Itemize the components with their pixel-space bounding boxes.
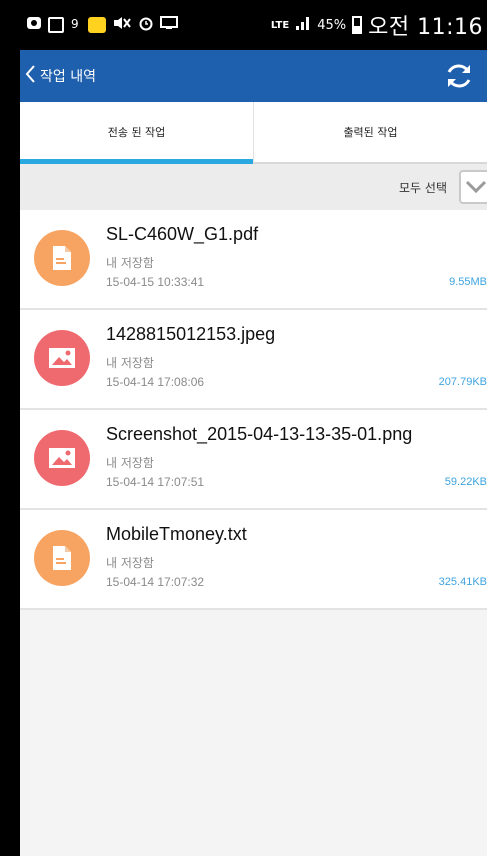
file-location: 내 저장함 xyxy=(106,456,154,470)
page-title: 작업 내역 xyxy=(40,69,96,85)
battery-icon xyxy=(352,16,363,34)
file-name: MobileTmoney.txt xyxy=(106,524,247,544)
file-location: 내 저장함 xyxy=(106,256,154,270)
notification-icon xyxy=(26,16,42,34)
file-size: 325.41KB xyxy=(438,576,487,588)
weather-icon: 9 xyxy=(70,16,82,34)
gallery-icon xyxy=(48,17,64,33)
message-icon xyxy=(88,17,106,33)
network-label: LTE xyxy=(270,19,290,31)
tab-bar: 전송 된 작업 출력된 작업 xyxy=(20,102,487,164)
list-item[interactable]: SL-C460W_G1.pdf 내 저장함 15-04-15 10:33:41 … xyxy=(20,210,487,310)
file-date: 15-04-14 17:07:51 xyxy=(106,475,205,489)
document-icon xyxy=(34,530,90,586)
tab-label: 출력된 작업 xyxy=(343,126,398,139)
clock: 오전 11:16 xyxy=(368,15,483,40)
tab-sent-jobs[interactable]: 전송 된 작업 xyxy=(20,102,253,164)
file-name: Screenshot_2015-04-13-13-35-01.png xyxy=(106,424,413,444)
chevron-left-icon xyxy=(24,64,36,89)
alarm-icon xyxy=(138,15,154,35)
list-item[interactable]: MobileTmoney.txt 내 저장함 15-04-14 17:07:32… xyxy=(20,510,487,610)
screen-mirror-icon xyxy=(160,16,178,34)
tab-printed-jobs[interactable]: 출력된 작업 xyxy=(253,102,487,164)
document-icon xyxy=(34,230,90,286)
file-date: 15-04-14 17:07:32 xyxy=(106,575,205,589)
image-icon xyxy=(34,330,90,386)
file-list: SL-C460W_G1.pdf 내 저장함 15-04-15 10:33:41 … xyxy=(20,210,487,610)
file-location: 내 저장함 xyxy=(106,556,154,570)
file-size: 59.22KB xyxy=(444,476,487,488)
select-all-checkbox[interactable] xyxy=(459,170,487,204)
list-item[interactable]: 1428815012153.jpeg 내 저장함 15-04-14 17:08:… xyxy=(20,310,487,410)
file-name: SL-C460W_G1.pdf xyxy=(106,224,259,244)
signal-icon xyxy=(295,15,311,35)
file-size: 207.79KB xyxy=(438,376,487,388)
status-bar: 9 LTE 45% 오전 11:16 xyxy=(20,0,487,50)
battery-percent: 45% xyxy=(317,17,347,33)
file-date: 15-04-15 10:33:41 xyxy=(106,275,205,289)
refresh-icon xyxy=(447,64,471,88)
tab-label: 전송 된 작업 xyxy=(107,126,166,139)
status-right: LTE 45% 오전 11:16 xyxy=(271,9,487,41)
file-name: 1428815012153.jpeg xyxy=(106,324,276,344)
select-all-bar: 모두 선택 xyxy=(20,164,487,210)
back-button[interactable]: 작업 내역 xyxy=(20,50,96,102)
app-bar: 작업 내역 xyxy=(20,50,487,102)
svg-text:9: 9 xyxy=(71,17,79,30)
refresh-button[interactable] xyxy=(443,60,475,92)
select-all-label[interactable]: 모두 선택 xyxy=(399,179,447,196)
file-location: 내 저장함 xyxy=(106,356,154,370)
mute-icon xyxy=(112,16,132,34)
chevron-down-icon xyxy=(465,180,487,194)
image-icon xyxy=(34,430,90,486)
file-size: 9.55MB xyxy=(449,276,487,288)
file-date: 15-04-14 17:08:06 xyxy=(106,375,205,389)
list-item[interactable]: Screenshot_2015-04-13-13-35-01.png 내 저장함… xyxy=(20,410,487,510)
phone-screen: 9 LTE 45% 오전 11:16 작업 내역 전송 된 작업 출력된 작업 … xyxy=(20,0,487,856)
